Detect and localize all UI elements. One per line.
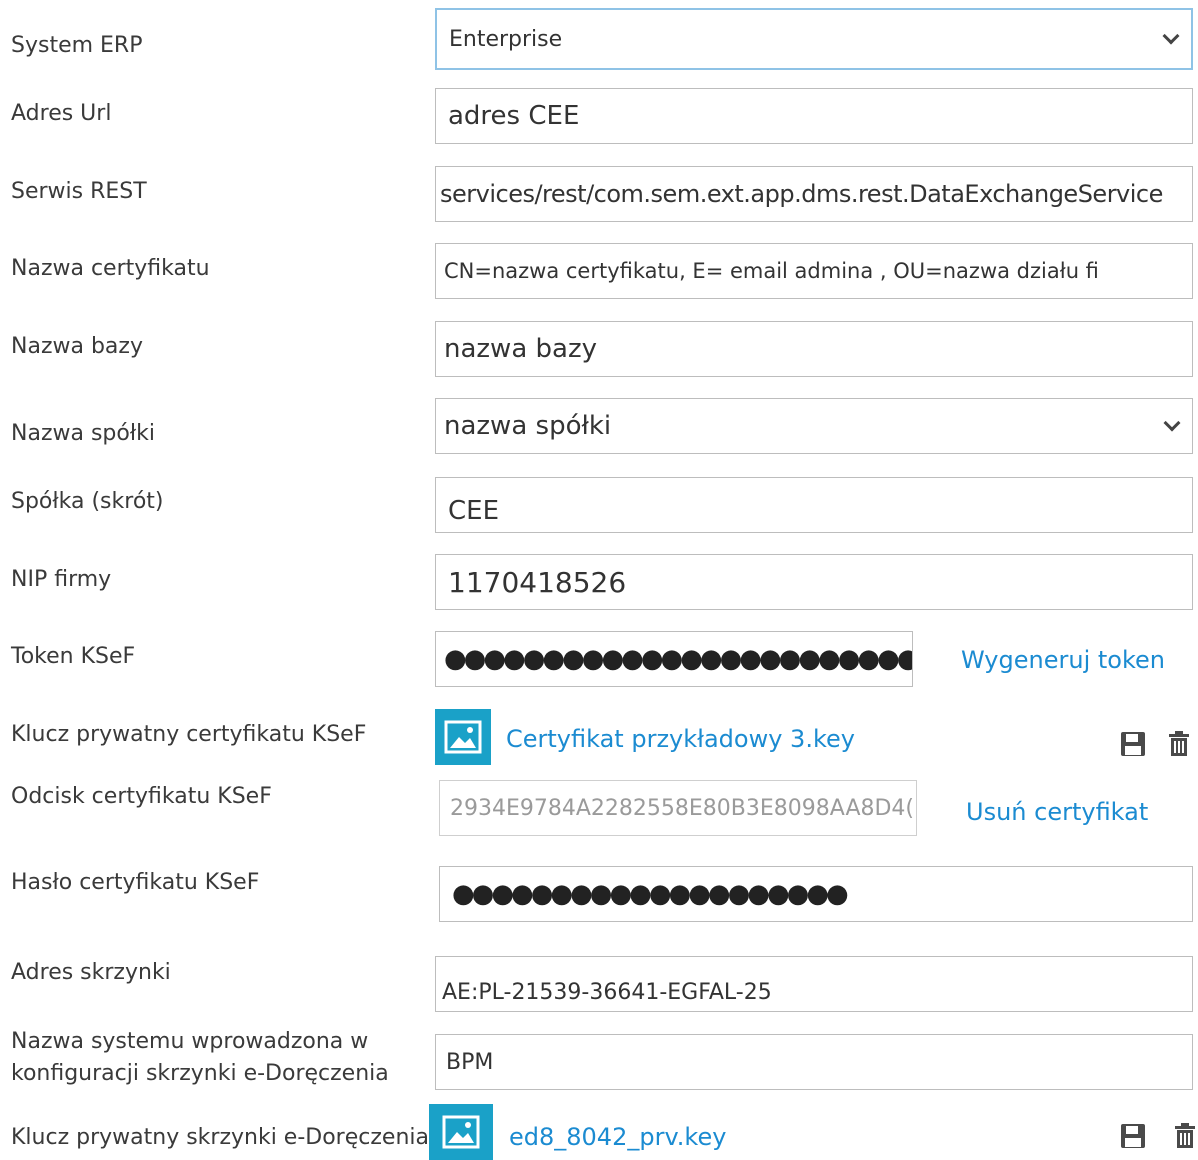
klucz-ksef-label: Klucz prywatny certyfikatu KSeF bbox=[11, 722, 367, 747]
serwis-rest-label: Serwis REST bbox=[11, 179, 147, 204]
haslo-ksef-label: Hasło certyfikatu KSeF bbox=[11, 870, 260, 895]
system-erp-select[interactable]: Enterprise bbox=[435, 8, 1193, 70]
token-ksef-input[interactable]: ●●●●●●●●●●●●●●●●●●●●●●●●●●●●●●●●●●● bbox=[435, 631, 913, 687]
token-ksef-label: Token KSeF bbox=[11, 644, 136, 669]
chevron-down-icon bbox=[1163, 414, 1181, 432]
nazwa-bazy-label: Nazwa bazy bbox=[11, 334, 143, 359]
image-file-icon[interactable] bbox=[435, 709, 491, 765]
floppy-disk-icon[interactable] bbox=[1120, 1123, 1146, 1151]
nazwa-spolki-label: Nazwa spółki bbox=[11, 421, 155, 446]
chevron-down-icon bbox=[1162, 27, 1180, 45]
delete-certificate-link[interactable]: Usuń certyfikat bbox=[966, 798, 1148, 826]
nazwa-systemu-label-line2: konfiguracji skrzynki e-Doręczenia bbox=[11, 1061, 389, 1086]
odcisk-ksef-input: 2934E9784A2282558E80B3E8098AA8D4( bbox=[439, 780, 917, 836]
nazwa-certyfikatu-input[interactable]: CN=nazwa certyfikatu, E= email admina , … bbox=[435, 243, 1193, 299]
klucz-skrzynki-label: Klucz prywatny skrzynki e-Doręczenia bbox=[11, 1125, 429, 1150]
adres-url-label: Adres Url bbox=[11, 101, 112, 126]
nazwa-bazy-input[interactable]: nazwa bazy bbox=[435, 321, 1193, 377]
klucz-ksef-file-link[interactable]: Certyfikat przykładowy 3.key bbox=[506, 725, 855, 753]
haslo-ksef-input[interactable]: ●●●●●●●●●●●●●●●●●●●● bbox=[439, 866, 1193, 922]
serwis-rest-input[interactable]: services/rest/com.sem.ext.app.dms.rest.D… bbox=[435, 166, 1193, 222]
nip-firmy-label: NIP firmy bbox=[11, 567, 112, 592]
odcisk-ksef-label: Odcisk certyfikatu KSeF bbox=[11, 784, 272, 809]
nazwa-systemu-input[interactable]: BPM bbox=[435, 1034, 1193, 1090]
generate-token-link[interactable]: Wygeneruj token bbox=[961, 646, 1165, 674]
spolka-skrot-input[interactable]: CEE bbox=[435, 477, 1193, 533]
image-file-icon[interactable] bbox=[429, 1104, 493, 1160]
system-erp-label: System ERP bbox=[11, 33, 143, 58]
nazwa-spolki-select[interactable]: nazwa spółki bbox=[435, 398, 1193, 454]
nazwa-certyfikatu-label: Nazwa certyfikatu bbox=[11, 256, 210, 281]
nazwa-systemu-label-line1: Nazwa systemu wprowadzona w bbox=[11, 1029, 369, 1054]
klucz-skrzynki-file-link[interactable]: ed8_8042_prv.key bbox=[509, 1123, 726, 1151]
trash-icon[interactable] bbox=[1166, 731, 1192, 759]
nip-firmy-input[interactable]: 1170418526 bbox=[435, 554, 1193, 610]
adres-skrzynki-input[interactable]: AE:PL-21539-36641-EGFAL-25 bbox=[435, 956, 1193, 1012]
trash-icon[interactable] bbox=[1172, 1123, 1198, 1151]
adres-skrzynki-label: Adres skrzynki bbox=[11, 960, 171, 985]
spolka-skrot-label: Spółka (skrót) bbox=[11, 489, 164, 514]
adres-url-input[interactable]: adres CEE bbox=[435, 88, 1193, 144]
floppy-disk-icon[interactable] bbox=[1120, 731, 1146, 759]
